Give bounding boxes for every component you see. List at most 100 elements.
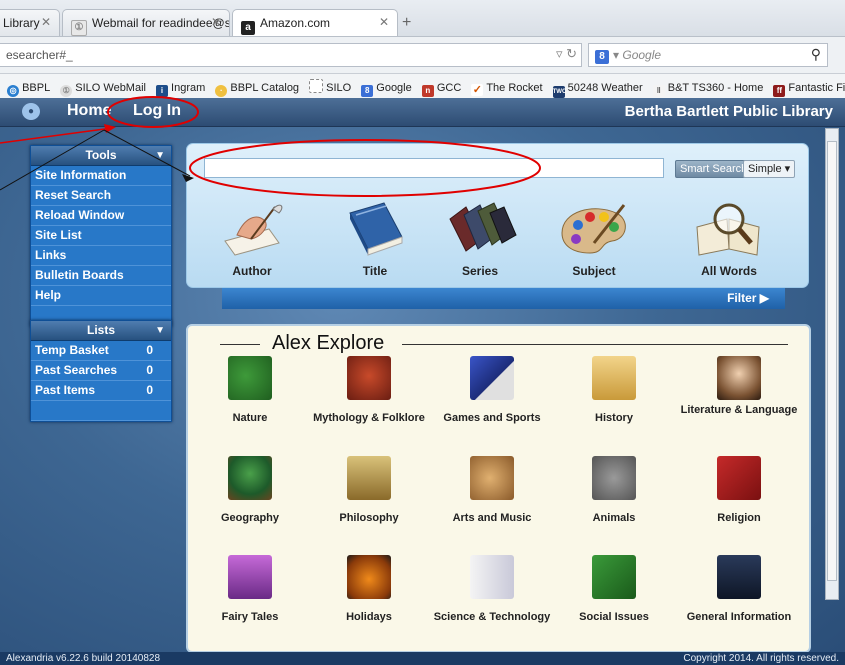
simple-dropdown-button[interactable]: Simple ▾	[743, 160, 796, 178]
chat-icon[interactable]: ●	[22, 103, 40, 120]
url-field[interactable]: esearcher#_ ▿ ↻	[0, 43, 582, 67]
tab-label: Library	[3, 16, 40, 30]
plus-icon: +	[402, 14, 412, 31]
bookmarks-bar: ◎ BBPL ① SILO WebMail i Ingram · BBPL Catalo…	[0, 74, 845, 99]
browser-search-field[interactable]: 8 ▾ Google ⚲	[588, 43, 828, 67]
copyright-text: Copyright 2014. All rights reserved.	[683, 653, 839, 664]
divider	[220, 344, 260, 345]
author-search-button[interactable]	[207, 199, 297, 259]
category-history[interactable]: History	[554, 356, 674, 424]
tools-item-bulletin-boards[interactable]: Bulletin Boards	[31, 266, 171, 286]
pumpkin-icon	[347, 555, 391, 599]
new-tab-button[interactable]: +	[402, 14, 411, 32]
tools-item-site-list[interactable]: Site List	[31, 226, 171, 246]
tab-library[interactable]: Library ✕	[0, 9, 60, 36]
category-holidays[interactable]: Holidays	[309, 555, 429, 623]
bookmark-item[interactable]: ◎ BBPL	[7, 82, 50, 97]
tab-label: Webmail for readindee@st...	[92, 16, 230, 30]
bookmark-icon: ①	[60, 85, 73, 97]
bookmark-item[interactable]: ✓ The Rocket	[471, 82, 543, 96]
medusa-icon	[347, 356, 391, 400]
chess-baseball-icon	[470, 356, 514, 400]
filter-button[interactable]: Filter ▶	[222, 288, 785, 309]
frog-prince-icon	[228, 555, 272, 599]
tools-item-help[interactable]: Help	[31, 286, 171, 306]
google-icon: 8	[361, 85, 374, 97]
lists-item-past-items[interactable]: Past Items 0	[31, 381, 171, 401]
tools-item-reset-search[interactable]: Reset Search	[31, 186, 171, 206]
version-text: Alexandria v6.22.6 build 20140828	[6, 653, 161, 664]
bookmark-item[interactable]: ‖ B&T TS360 - Home	[652, 82, 763, 97]
category-general-information[interactable]: General Information	[679, 555, 799, 623]
bookmark-item[interactable]: ffFantastic Fiction	[773, 82, 845, 97]
browser-tab-bar: Library ✕ ① Webmail for readindee@st... ✕…	[0, 0, 845, 37]
title-search-button[interactable]	[330, 199, 420, 259]
bookmark-item[interactable]: · BBPL Catalog	[215, 82, 299, 97]
lists-item-past-searches[interactable]: Past Searches 0	[31, 361, 171, 381]
explore-title: Alex Explore	[272, 332, 385, 354]
close-icon[interactable]: ✕	[379, 15, 389, 29]
tools-item-site-information[interactable]: Site Information	[31, 166, 171, 186]
lists-item-temp-basket[interactable]: Temp Basket 0	[31, 341, 171, 361]
series-label: Series	[461, 264, 499, 278]
category-arts-music[interactable]: Arts and Music	[432, 456, 552, 524]
subject-search-button[interactable]	[549, 199, 639, 259]
category-social-issues[interactable]: Social Issues	[554, 555, 674, 623]
tab-webmail[interactable]: ① Webmail for readindee@st... ✕	[62, 9, 230, 36]
weather-icon: TWC	[552, 86, 566, 98]
category-religion[interactable]: Religion	[679, 456, 799, 524]
tab-label: Amazon.com	[260, 16, 331, 30]
bookmark-item[interactable]: i Ingram	[156, 82, 205, 97]
tools-header[interactable]: Tools ▼	[31, 146, 171, 166]
tools-item-reload-window[interactable]: Reload Window	[31, 206, 171, 226]
palette-icon	[561, 204, 626, 254]
close-icon[interactable]: ✕	[41, 15, 51, 29]
category-geography[interactable]: Geography	[190, 456, 310, 524]
category-mythology-folklore[interactable]: Mythology & Folklore	[309, 356, 429, 424]
rocket-icon: ✓	[471, 84, 484, 96]
bookmark-item[interactable]: 8 Google	[361, 82, 412, 97]
category-nature[interactable]: Nature	[190, 356, 310, 424]
shakespeare-icon	[717, 356, 761, 400]
category-games-sports[interactable]: Games and Sports	[432, 356, 552, 424]
category-fairy-tales[interactable]: Fairy Tales	[190, 555, 310, 623]
bookmark-item[interactable]: n GCC	[421, 82, 461, 97]
magnifier-book-icon	[696, 203, 760, 256]
bookmark-item[interactable]: TWC50248 Weather	[552, 82, 643, 98]
library-name: Bertha Bartlett Public Library	[624, 103, 833, 120]
caret-down-icon: ▼	[155, 325, 165, 336]
series-search-button[interactable]	[435, 199, 525, 259]
tools-panel: Tools ▼ Site Information Reset Search Rel…	[30, 145, 172, 327]
bookmark-item[interactable]: SILO	[309, 79, 351, 94]
scrollbar-thumb[interactable]	[827, 141, 837, 581]
alexandria-app: ● Home Log In Bertha Bartlett Public Lib…	[0, 98, 845, 665]
bookmark-icon: ·	[215, 85, 228, 97]
smart-search-button[interactable]: Smart Search	[675, 160, 753, 178]
author-label: Author	[232, 264, 272, 278]
category-philosophy[interactable]: Philosophy	[309, 456, 429, 524]
navigation-bar: esearcher#_ ▿ ↻ 8 ▾ Google ⚲	[0, 37, 845, 74]
catalog-search-input[interactable]	[204, 158, 664, 178]
bookmark-icon: ‖	[652, 85, 665, 97]
religious-symbols-icon	[717, 456, 761, 500]
home-link[interactable]: Home	[67, 102, 111, 120]
tab-amazon[interactable]: a Amazon.com ✕	[232, 9, 398, 36]
bookmark-icon: i	[156, 85, 169, 97]
url-text: esearcher#_	[6, 48, 73, 62]
login-link[interactable]: Log In	[133, 102, 181, 120]
scrollbar[interactable]	[825, 128, 839, 600]
close-icon[interactable]: ✕	[211, 15, 221, 29]
palette-icon	[470, 456, 514, 500]
lists-panel: Lists ▼ Temp Basket 0 Past Searches 0 Past …	[30, 320, 172, 422]
shuttle-atom-icon	[470, 555, 514, 599]
count-badge: 0	[146, 363, 153, 377]
lists-header[interactable]: Lists ▼	[31, 321, 171, 341]
category-literature-language[interactable]: Literature & Language	[679, 356, 799, 416]
reload-icon[interactable]: ▿ ↻	[556, 46, 577, 62]
search-icon[interactable]: ⚲	[811, 46, 821, 63]
all-words-search-button[interactable]	[684, 199, 774, 259]
category-animals[interactable]: Animals	[554, 456, 674, 524]
bookmark-item[interactable]: ① SILO WebMail	[60, 82, 146, 97]
tools-item-links[interactable]: Links	[31, 246, 171, 266]
category-science-technology[interactable]: Science & Technology	[432, 555, 552, 623]
